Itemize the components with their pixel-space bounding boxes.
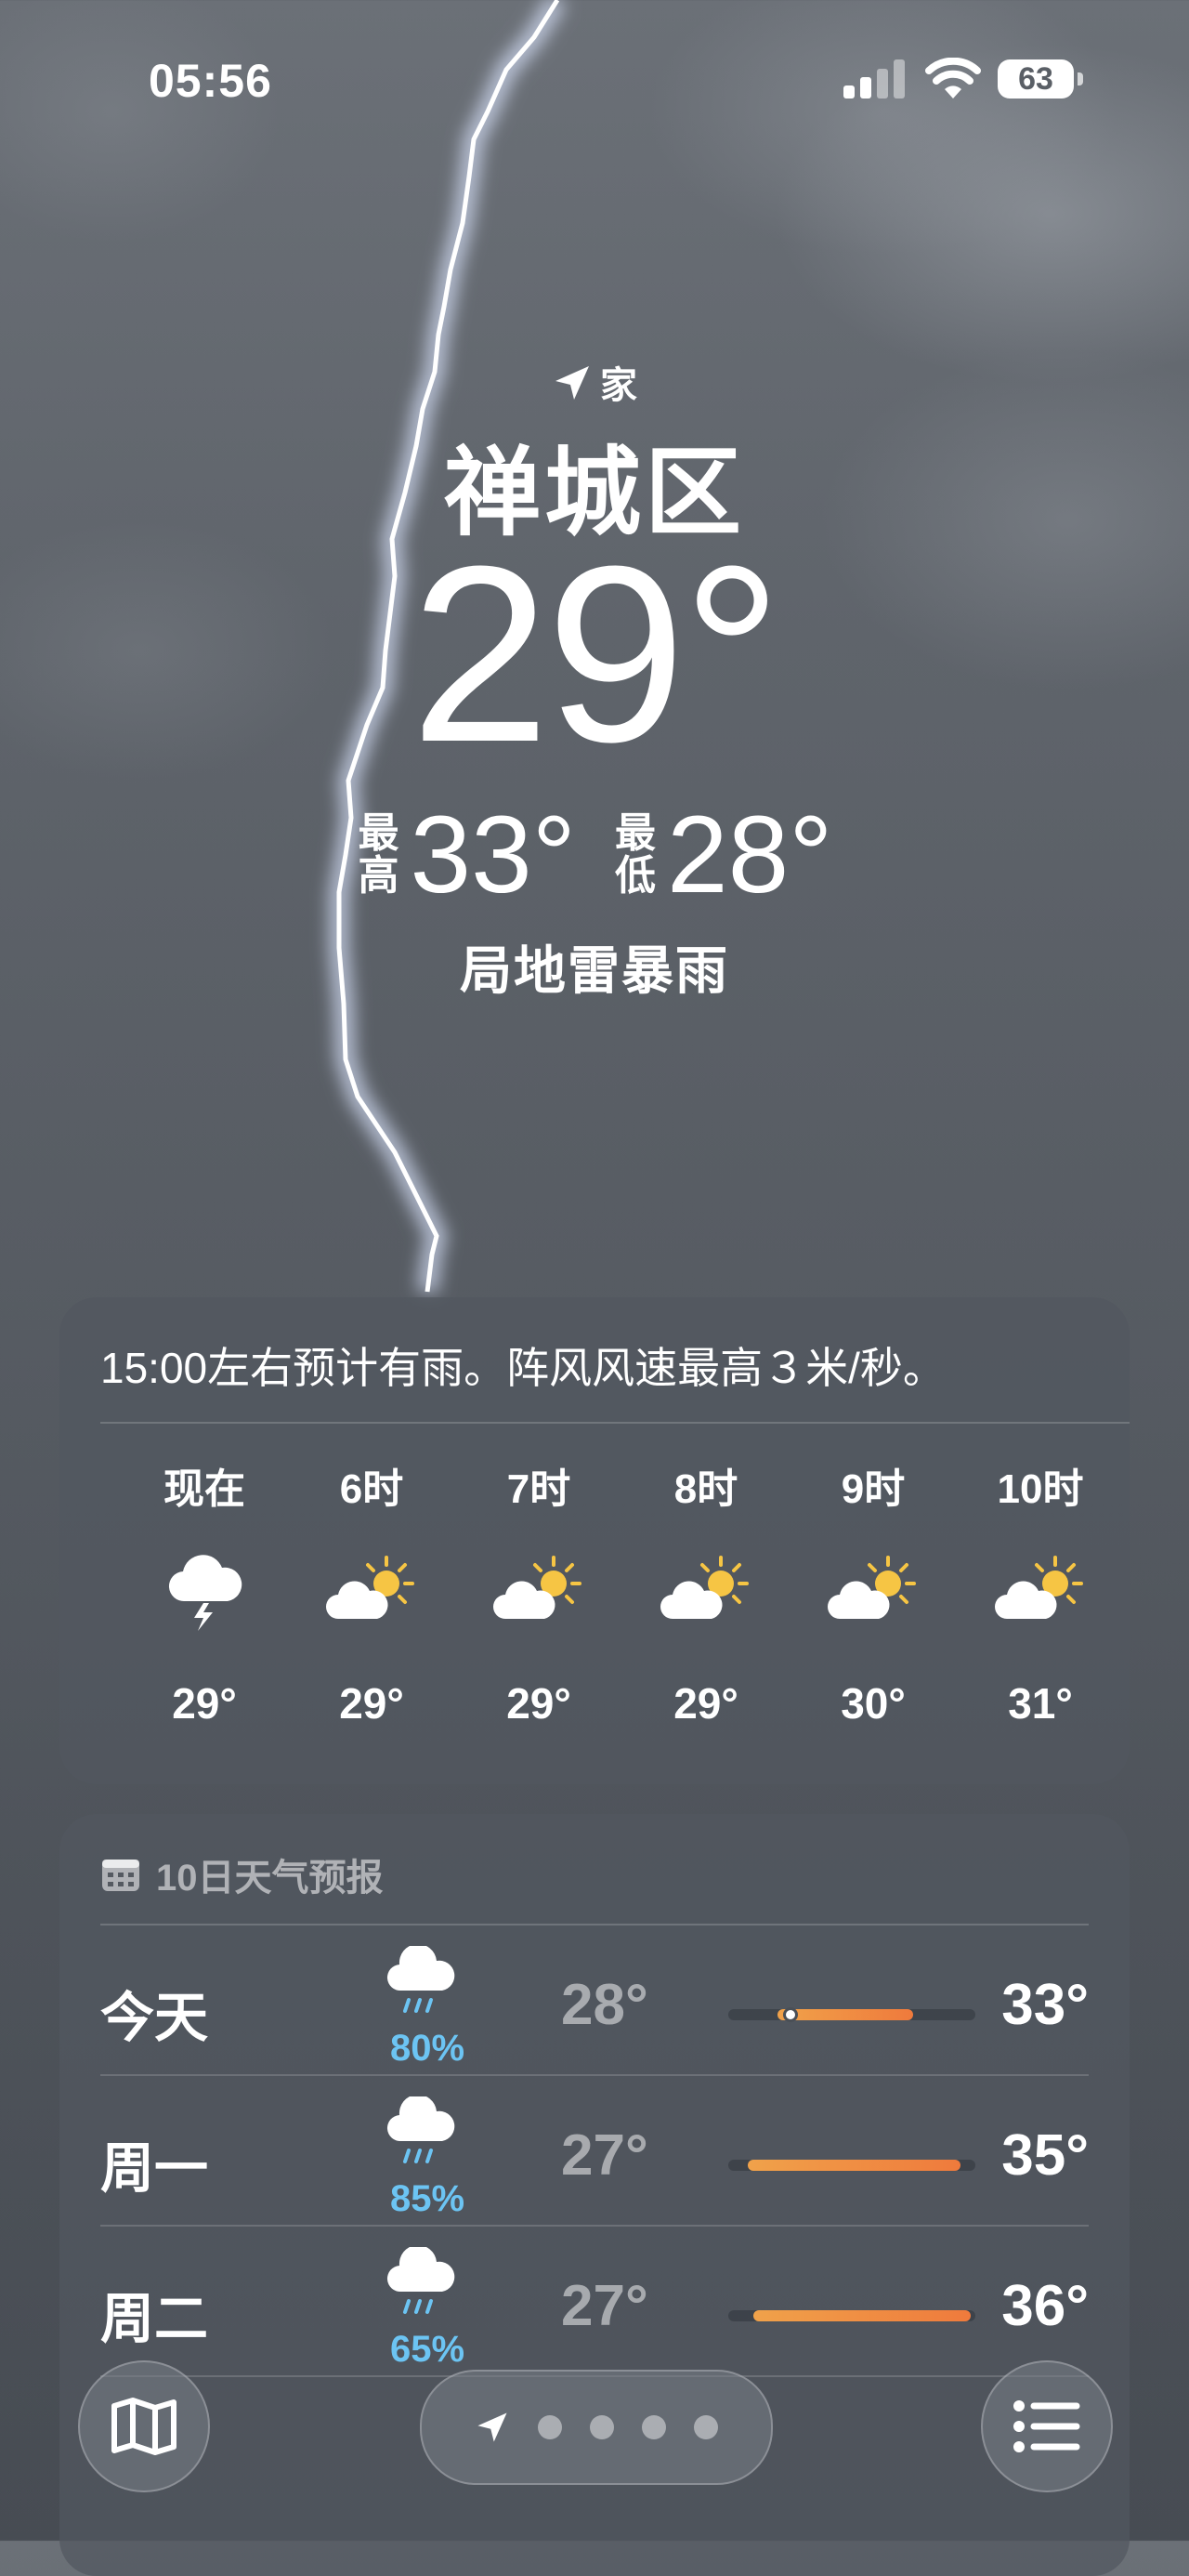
map-button[interactable]: [78, 2360, 210, 2492]
hour-temp: 30°: [841, 1679, 906, 1728]
page-indicator[interactable]: [420, 2370, 773, 2485]
partly-cloudy-icon: [660, 1556, 749, 1619]
partly-cloudy-icon: [326, 1556, 414, 1619]
partly-cloudy-icon: [995, 1556, 1083, 1619]
page-dot[interactable]: [642, 2415, 666, 2439]
battery-icon: 63: [998, 59, 1074, 99]
hour-label: 7时: [506, 1466, 571, 1512]
location-arrow-icon: [555, 366, 589, 400]
temp-range-fill: [752, 2310, 971, 2321]
weather-condition: 局地雷暴雨: [460, 941, 729, 1000]
hour-item: 1 3: [1105, 1455, 1130, 1728]
day-name: 周一: [100, 2138, 209, 2199]
hour-temp: 31°: [1008, 1679, 1073, 1728]
cellular-signal-icon: [843, 59, 905, 99]
hour-temp: 29°: [172, 1679, 237, 1728]
temp-range-bar: [728, 2160, 975, 2171]
precip-chance: 80%: [389, 2028, 465, 2069]
high-temp: 35°: [1001, 2123, 1089, 2188]
day-name: 周二: [100, 2289, 209, 2349]
temp-range-fill: [777, 2009, 914, 2020]
high-temp: 33°: [1001, 1973, 1089, 2037]
high-temp-group: 最高 33°: [357, 792, 576, 918]
hour-label: 现在: [163, 1466, 245, 1512]
rain-icon: [386, 2247, 455, 2314]
city-list-button[interactable]: [981, 2360, 1113, 2492]
partly-cloudy-icon: [828, 1556, 916, 1619]
hour-item: 9时 30°: [799, 1455, 947, 1728]
hour-temp: 3: [1105, 1678, 1130, 1728]
hour-temp: 29°: [339, 1679, 404, 1728]
hourly-forecast-card[interactable]: 15:00左右预计有雨。阵风风速最高３米/秒。 现在 29° 6时 29° 7时: [59, 1297, 1130, 1784]
bottom-toolbar: [0, 2351, 1189, 2541]
hour-item: 现在 29°: [130, 1455, 279, 1728]
hourly-summary: 15:00左右预计有雨。阵风风速最高３米/秒。: [100, 1344, 946, 1392]
high-label: 最高: [358, 810, 399, 899]
location-arrow-icon[interactable]: [475, 2410, 510, 2445]
location-row: 家: [0, 355, 1189, 409]
low-temperature: 28°: [667, 794, 833, 916]
hourly-scroll[interactable]: 现在 29° 6时 29° 7时 29° 8时 29° 9时 30° 10时 3…: [59, 1455, 1130, 1771]
current-temperature: 29°: [410, 515, 782, 795]
rain-icon: [386, 1946, 455, 2013]
temp-range-bar: [728, 2007, 975, 2022]
wifi-icon: [925, 58, 981, 99]
page-dot[interactable]: [590, 2415, 614, 2439]
list-icon: [1013, 2400, 1080, 2452]
hour-label: 6时: [339, 1466, 404, 1512]
thunderstorm-icon: [168, 1555, 242, 1631]
hour-label: 1: [1105, 1455, 1130, 1511]
page-dot[interactable]: [538, 2415, 562, 2439]
current-temp-dot: [782, 2007, 798, 2022]
precip-chance: 85%: [389, 2178, 465, 2219]
high-low-row: 最高 33° 最低 28°: [0, 794, 1189, 916]
hour-label: 8时: [673, 1466, 738, 1512]
temp-range-bar: [728, 2310, 975, 2321]
calendar-icon: [102, 1860, 139, 1891]
high-temp: 36°: [1001, 2274, 1089, 2338]
temp-range-fill: [748, 2160, 961, 2171]
page-dot[interactable]: [694, 2415, 718, 2439]
daily-header-label: 10日天气预报: [156, 1858, 384, 1899]
low-temp: 28°: [561, 1973, 648, 2037]
hour-item: 6时 29°: [297, 1455, 446, 1728]
status-bar: 05:56 63: [0, 0, 1189, 158]
battery-nub: [1078, 72, 1083, 85]
daily-header: 10日天气预报: [100, 1847, 384, 1901]
map-icon: [111, 2398, 176, 2455]
low-temp: 27°: [561, 2123, 648, 2188]
low-temp: 27°: [561, 2274, 648, 2338]
hour-item: 7时 29°: [464, 1455, 613, 1728]
low-temp-group: 最低 28°: [613, 792, 832, 918]
hour-temp: 29°: [506, 1679, 571, 1728]
low-label: 最低: [615, 810, 656, 899]
high-temperature: 33°: [410, 794, 576, 916]
location-label: 家: [600, 365, 637, 406]
divider: [100, 1422, 1130, 1424]
status-time: 05:56: [149, 55, 272, 107]
hour-item: 8时 29°: [632, 1455, 780, 1728]
partly-cloudy-icon: [493, 1556, 581, 1619]
day-row[interactable]: 周一 85% 27° 35°: [100, 2076, 1089, 2227]
hour-item: 10时 31°: [966, 1455, 1115, 1728]
hour-label: 9时: [841, 1466, 906, 1512]
hour-label: 10时: [997, 1466, 1084, 1512]
rain-icon: [386, 2096, 455, 2163]
hour-temp: 29°: [673, 1679, 738, 1728]
day-name: 今天: [100, 1988, 209, 2048]
day-row[interactable]: 今天 80% 28° 33°: [100, 1925, 1089, 2076]
